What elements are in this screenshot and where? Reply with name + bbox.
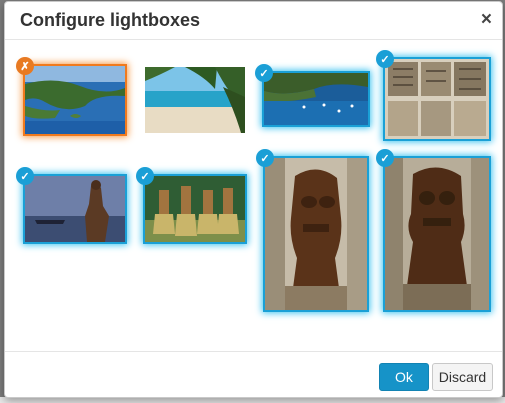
selected-check-icon[interactable]: ✓ bbox=[16, 167, 34, 185]
photo-1-image bbox=[25, 66, 125, 134]
photo-3-image bbox=[264, 73, 368, 125]
selected-check-icon[interactable]: ✓ bbox=[136, 167, 154, 185]
discard-button[interactable]: Discard bbox=[432, 363, 493, 391]
selected-check-icon[interactable]: ✓ bbox=[376, 50, 394, 68]
lightbox-item-photo-5[interactable]: ✓ bbox=[16, 167, 125, 242]
photo-4-image bbox=[385, 59, 489, 139]
lightbox-item-photo-4[interactable]: ✓ bbox=[376, 50, 489, 139]
ok-button[interactable]: Ok bbox=[379, 363, 429, 391]
lightbox-item-photo-3[interactable]: ✓ bbox=[255, 64, 368, 125]
lightbox-item-photo-8[interactable]: ✓ bbox=[376, 149, 489, 310]
lightbox-item-photo-2[interactable] bbox=[145, 67, 245, 133]
photo-5-image bbox=[25, 176, 125, 242]
photo-6-image bbox=[145, 176, 245, 242]
photo-8-image bbox=[385, 158, 489, 310]
dialog-title: Configure lightboxes bbox=[20, 10, 200, 30]
selected-check-icon[interactable]: ✓ bbox=[376, 149, 394, 167]
lightbox-item-photo-1[interactable]: ✗ bbox=[16, 57, 125, 134]
lightbox-item-photo-6[interactable]: ✓ bbox=[136, 167, 245, 242]
lightbox-grid: ✗ ✓ ✓ ✓ ✓ ✓ ✓ bbox=[5, 41, 502, 353]
dialog-header: Configure lightboxes × bbox=[5, 2, 502, 40]
selected-check-icon[interactable]: ✓ bbox=[256, 149, 274, 167]
dialog-footer: Ok Discard bbox=[5, 351, 502, 397]
configure-lightboxes-dialog: Configure lightboxes × ✗ ✓ ✓ ✓ ✓ ✓ ✓ Ok … bbox=[4, 1, 503, 398]
lightbox-item-photo-7[interactable]: ✓ bbox=[256, 149, 367, 310]
selected-check-icon[interactable]: ✓ bbox=[255, 64, 273, 82]
photo-2-image bbox=[145, 67, 245, 133]
photo-7-image bbox=[265, 158, 367, 310]
deselected-x-icon[interactable]: ✗ bbox=[16, 57, 34, 75]
close-icon[interactable]: × bbox=[481, 9, 492, 31]
